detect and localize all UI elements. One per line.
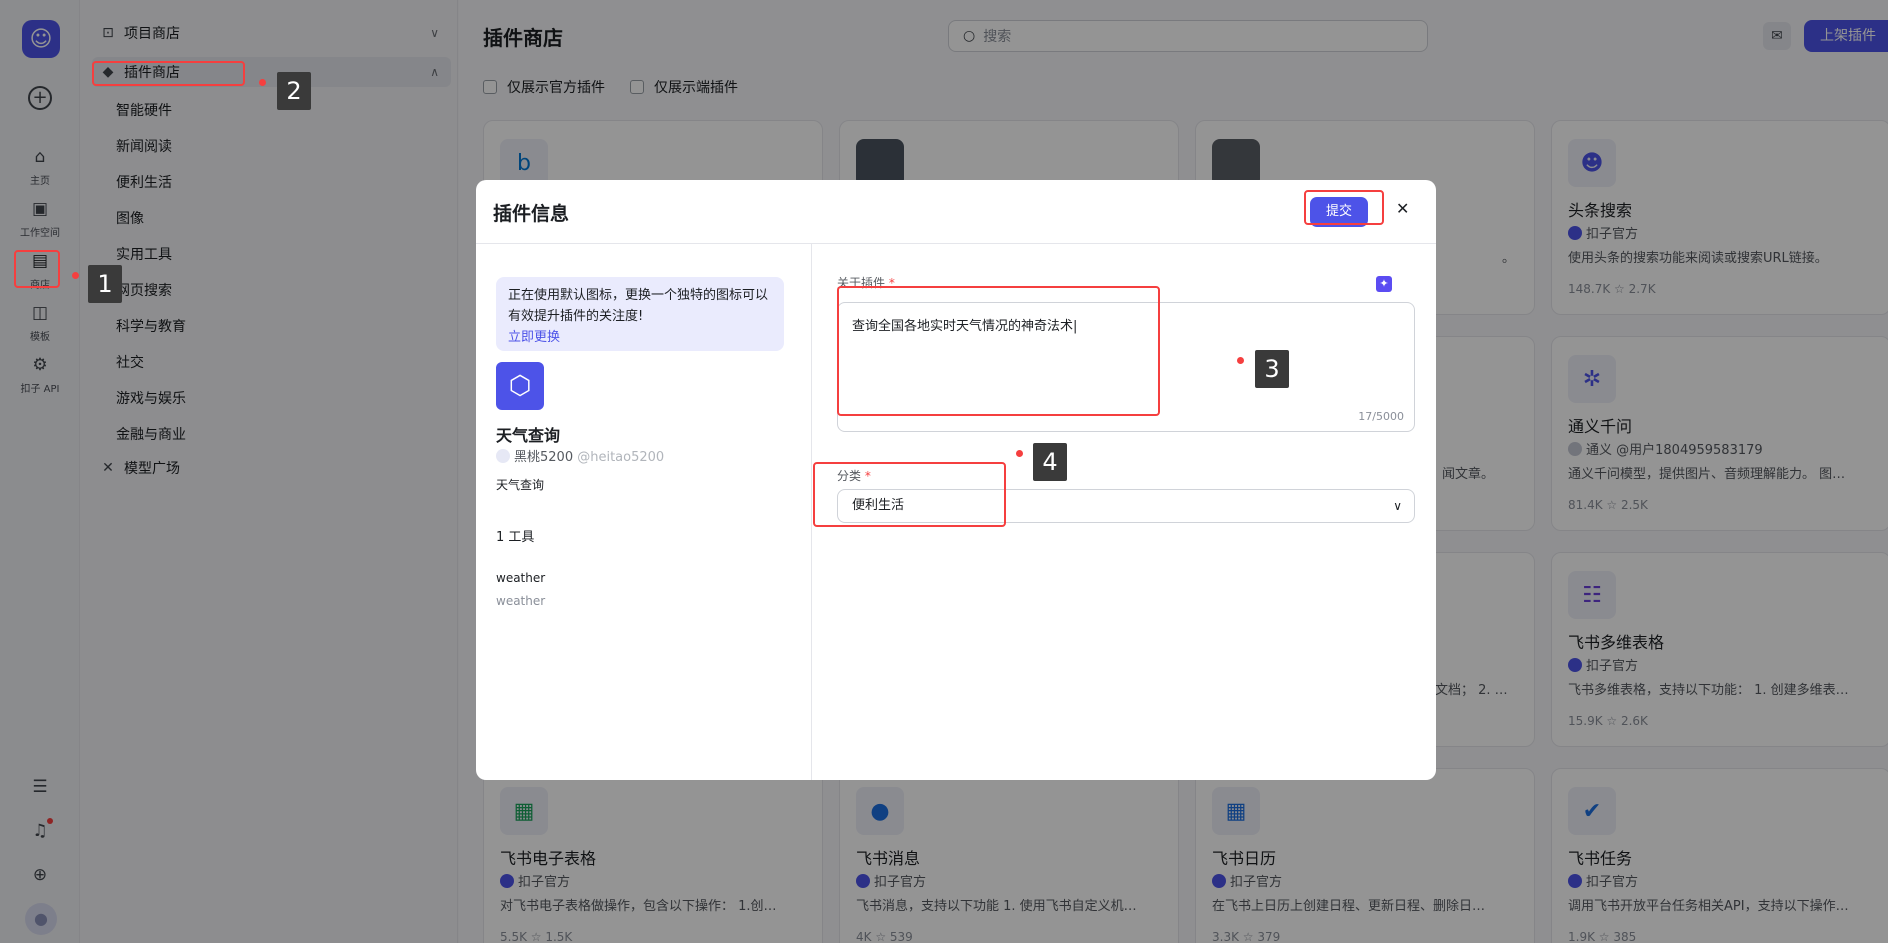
- dialog-title: 插件信息: [493, 203, 570, 225]
- step-badge-3: 3: [1255, 350, 1289, 388]
- plugin-summary-panel: 正在使用默认图标，更换一个独特的图标可以有效提升插件的关注度! 立即更换 ⬡ 天…: [476, 244, 812, 780]
- highlight-box-store: [14, 250, 60, 288]
- plugin-author: 黑桃5200 @heitao5200: [496, 446, 664, 465]
- tool-name: weather: [496, 571, 546, 585]
- highlight-box-plugin-store: [92, 61, 245, 86]
- tool-description: weather: [496, 594, 546, 608]
- tools-count: 1 工具: [496, 530, 535, 545]
- marker-dot: [72, 272, 79, 279]
- marker-dot: [1237, 357, 1244, 364]
- highlight-box-about: [837, 286, 1160, 416]
- highlight-box-category: [813, 462, 1006, 527]
- plugin-name: 天气查询: [496, 426, 561, 445]
- step-badge-4: 4: [1033, 443, 1067, 481]
- marker-dot: [259, 79, 266, 86]
- user-avatar-icon: [496, 449, 510, 463]
- char-counter: 17/5000: [1358, 410, 1404, 423]
- icon-tip-banner: 正在使用默认图标，更换一个独特的图标可以有效提升插件的关注度! 立即更换: [496, 277, 784, 351]
- dialog-header: 插件信息 提交 ✕: [476, 180, 1436, 244]
- chevron-down-icon: ∨: [1393, 499, 1402, 513]
- close-icon[interactable]: ✕: [1396, 199, 1409, 218]
- plugin-description: 天气查询: [496, 478, 545, 492]
- step-badge-1: 1: [88, 265, 122, 303]
- step-badge-2: 2: [277, 72, 311, 110]
- cube-icon[interactable]: ⬡: [496, 362, 544, 410]
- change-icon-link[interactable]: 立即更换: [508, 330, 560, 345]
- ai-generate-icon[interactable]: ✦: [1376, 276, 1392, 292]
- marker-dot: [1016, 450, 1023, 457]
- highlight-box-submit: [1304, 190, 1384, 225]
